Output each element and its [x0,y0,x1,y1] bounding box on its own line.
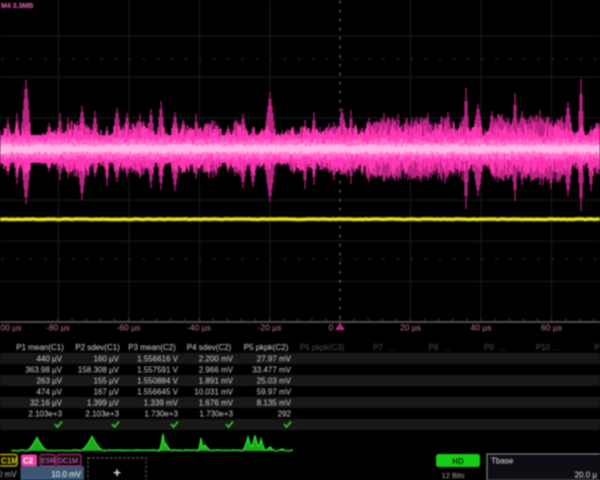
svg-text:+: + [113,465,121,480]
svg-text:DC1M: DC1M [58,458,78,465]
svg-text:-60 µs: -60 µs [117,323,141,333]
svg-text:20 µs: 20 µs [400,323,421,333]
svg-text:1.556645 V: 1.556645 V [137,388,179,397]
svg-text:-80 µs: -80 µs [46,323,70,333]
svg-text:10.031 mV: 10.031 mV [194,388,233,397]
svg-text:33.477 mV: 33.477 mV [252,366,291,375]
svg-text:158.308 µV: 158.308 µV [78,366,120,375]
svg-text:292: 292 [278,410,292,419]
svg-text:40 µs: 40 µs [471,323,492,333]
svg-text:-20 µs: -20 µs [258,323,282,333]
svg-text:60 µs: 60 µs [541,323,562,333]
svg-text:P9: P9 [484,343,494,352]
svg-text:T: T [338,327,342,333]
svg-text:12 Bits: 12 Bits [442,471,465,480]
svg-text:0 mV: 0 mV [0,470,17,479]
svg-text:10.0 mV: 10.0 mV [51,470,81,479]
svg-text:2.966 mV: 2.966 mV [199,366,234,375]
svg-text:2.103e+3: 2.103e+3 [28,410,62,419]
svg-text:160 µV: 160 µV [93,355,119,364]
svg-text:00 µs: 00 µs [1,323,22,333]
svg-text:155 µV: 155 µV [93,377,119,386]
svg-text:27.97 mV: 27.97 mV [257,355,292,364]
svg-text:474 µV: 474 µV [36,388,62,397]
svg-text:-40 µs: -40 µs [187,323,211,333]
svg-text:Tbase: Tbase [491,457,514,466]
svg-text:25.03 mV: 25.03 mV [257,377,292,386]
svg-text:P10: P10 [536,343,551,352]
svg-text:1.399 µV: 1.399 µV [87,399,120,408]
svg-text:363.98 µV: 363.98 µV [25,366,62,375]
svg-text:1.339 mV: 1.339 mV [144,399,179,408]
svg-text:2.103e+3: 2.103e+3 [85,410,119,419]
svg-text:....: .... [499,345,507,352]
svg-text:P8: P8 [429,343,439,352]
svg-text:1.730e+3: 1.730e+3 [199,410,233,419]
svg-text:P3 mean(C2): P3 mean(C2) [128,343,176,352]
svg-text:1.730e+3: 1.730e+3 [144,410,178,419]
svg-text:2.200 mV: 2.200 mV [199,355,234,364]
svg-text:C1M: C1M [1,457,18,466]
svg-text:1.550884 V: 1.550884 V [137,377,179,386]
svg-text:M4 3.3MB: M4 3.3MB [1,3,33,10]
svg-text:....: .... [444,345,452,352]
svg-text:167 µV: 167 µV [93,388,119,397]
svg-text:HD: HD [452,457,464,466]
svg-text:P2 sdev(C1): P2 sdev(C1) [75,343,120,352]
svg-text:....: .... [553,345,561,352]
svg-text:1.676 mV: 1.676 mV [199,399,234,408]
svg-text:1.557591 V: 1.557591 V [137,366,179,375]
svg-text:P7: P7 [373,343,383,352]
svg-text:P1 mean(C1): P1 mean(C1) [16,343,64,352]
svg-text:1.556616 V: 1.556616 V [137,355,179,364]
svg-text:P5 pkpk(C2): P5 pkpk(C2) [244,343,289,352]
svg-text:P4 sdev(C2): P4 sdev(C2) [187,343,232,352]
svg-text:....: .... [388,345,396,352]
svg-text:263 µV: 263 µV [36,377,62,386]
svg-text:8.135 mV: 8.135 mV [257,399,292,408]
svg-text:32.16 µV: 32.16 µV [30,399,63,408]
svg-text:20.0 µ: 20.0 µ [575,471,598,480]
svg-text:440 µV: 440 µV [36,355,62,364]
svg-text:59.97 mV: 59.97 mV [257,388,292,397]
svg-text:P: P [594,343,599,352]
svg-text:C2: C2 [23,457,34,466]
svg-text:ESR: ESR [41,458,55,465]
svg-text:1.891 mV: 1.891 mV [199,377,234,386]
svg-text:P6 pkpk(C3): P6 pkpk(C3) [300,343,345,352]
svg-text:0: 0 [329,323,334,333]
